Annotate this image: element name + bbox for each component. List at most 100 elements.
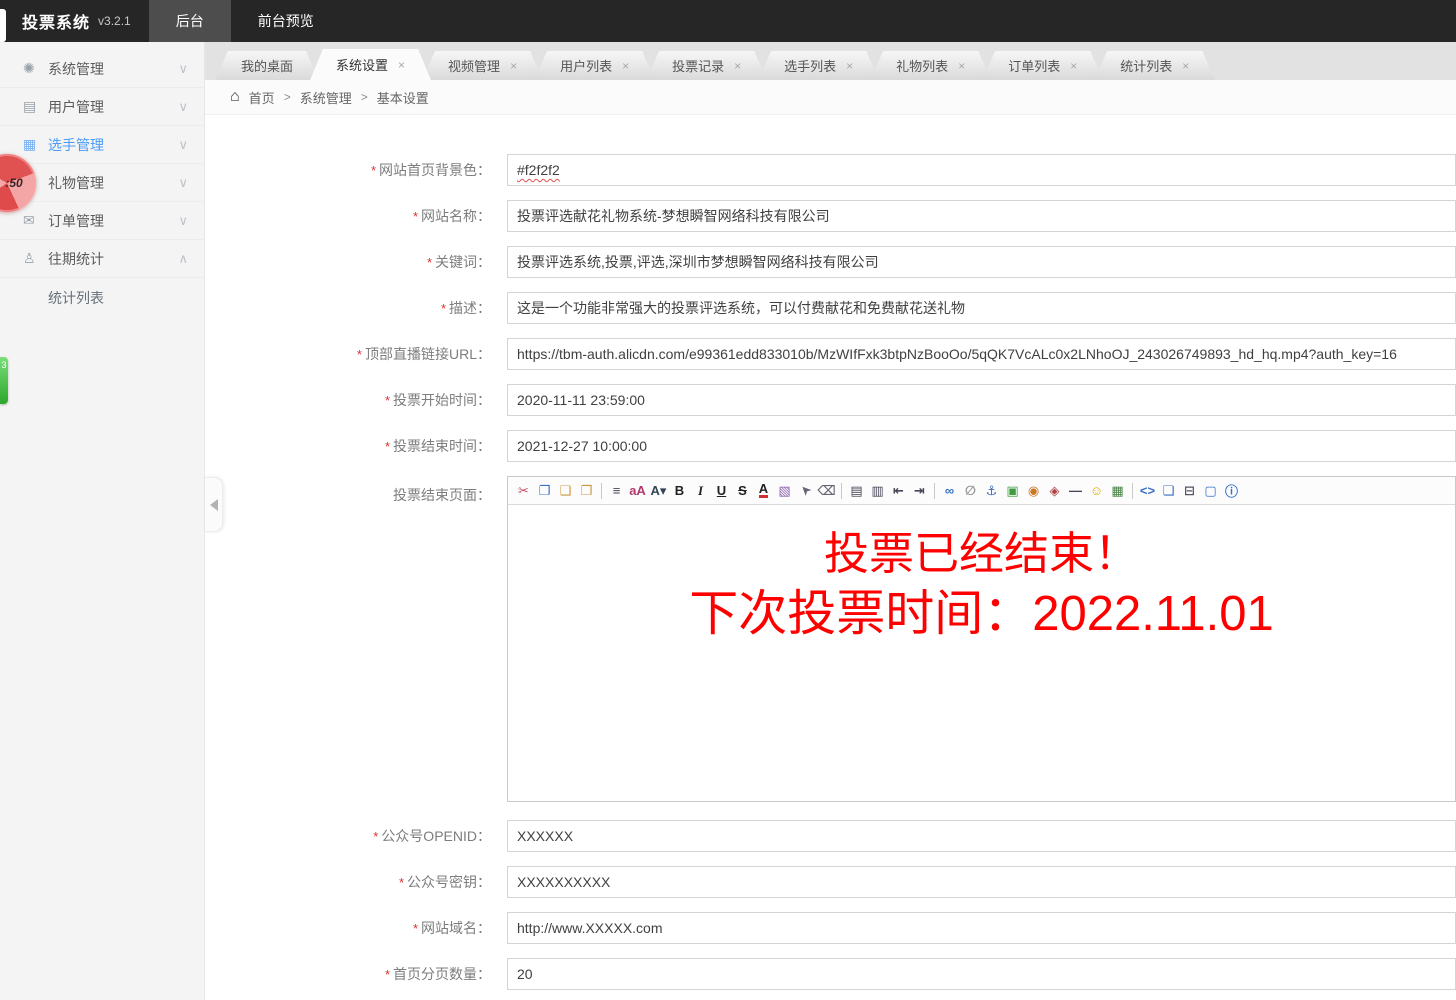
page-size-input[interactable] — [507, 958, 1456, 990]
breadcrumb-separator: > — [284, 90, 291, 104]
site-name-label: *网站名称： — [205, 206, 491, 226]
nav-backend[interactable]: 后台 — [149, 0, 231, 42]
bg-color-input[interactable]: #f2f2f2 — [507, 154, 1456, 186]
cut-icon[interactable]: ✂ — [513, 480, 534, 501]
required-asterisk: * — [427, 255, 432, 270]
domain-label-text: 网站域名： — [421, 920, 491, 936]
sidebar-item-system[interactable]: ✺系统管理∨ — [0, 50, 204, 88]
keywords-input[interactable] — [507, 246, 1456, 278]
flash-icon[interactable]: ◉ — [1023, 480, 1044, 501]
sidebar-item-players[interactable]: ▦选手管理∨ — [0, 126, 204, 164]
recorder-timer-text: :50 — [0, 176, 23, 190]
form-row-live-url: *顶部直播链接URL： — [205, 338, 1456, 370]
close-icon[interactable]: × — [734, 59, 741, 73]
indent-icon[interactable]: ⇥ — [909, 480, 930, 501]
copy-icon[interactable]: ❐ — [534, 480, 555, 501]
sidebar-item-stats[interactable]: ♙往期统计∧ — [0, 240, 204, 278]
tab-order-list[interactable]: 订单列表× — [982, 51, 1103, 80]
sidebar-item-orders[interactable]: ✉订单管理∨ — [0, 202, 204, 240]
italic-icon[interactable]: I — [690, 480, 711, 501]
list-icon[interactable]: ▥ — [867, 480, 888, 501]
vote-end-time-input[interactable] — [507, 430, 1456, 462]
sidebar-item-users-label: 用户管理 — [48, 97, 104, 117]
appsecret-label: *公众号密钥： — [205, 872, 491, 892]
hr-icon[interactable]: — — [1065, 480, 1086, 501]
tab-video-mgmt[interactable]: 视频管理× — [422, 51, 543, 80]
form-icon[interactable]: ▦ — [1107, 480, 1128, 501]
required-asterisk: * — [385, 393, 390, 408]
tab-gift-list-label: 礼物列表 — [896, 56, 948, 75]
domain-input[interactable] — [507, 912, 1456, 944]
chevron-down-icon: ∨ — [178, 137, 188, 153]
tab-stat-list[interactable]: 统计列表× — [1094, 51, 1215, 80]
paste-text-icon[interactable]: ❒ — [576, 480, 597, 501]
text-color-icon[interactable]: A — [753, 480, 774, 501]
live-url-input[interactable] — [507, 338, 1456, 370]
tab-gift-list[interactable]: 礼物列表 × — [870, 51, 991, 80]
settings-form: *网站首页背景色：#f2f2f2*网站名称：*关键词：*描述：*顶部直播链接UR… — [205, 115, 1456, 1000]
chevron-up-icon: ∧ — [178, 251, 188, 267]
tab-system-settings[interactable]: 系统设置× — [310, 49, 431, 80]
breadcrumb-item-system[interactable]: 系统管理 — [300, 88, 352, 107]
link-icon-glyph: ∞ — [945, 483, 954, 498]
close-icon[interactable]: × — [398, 58, 405, 72]
toolbar-separator — [601, 483, 602, 499]
form-row-keywords: *关键词： — [205, 246, 1456, 278]
line-height-icon[interactable]: ≡ — [606, 480, 627, 501]
close-icon[interactable]: × — [958, 59, 965, 73]
tab-user-list-label: 用户列表 — [560, 56, 612, 75]
close-icon[interactable]: × — [622, 59, 629, 73]
underline-icon[interactable]: U — [711, 480, 732, 501]
sidebar-subitem-stat-list[interactable]: 统计列表 — [0, 278, 204, 317]
breadcrumb: ⌂ 首页 > 系统管理 > 基本设置 — [205, 80, 1456, 115]
font-size-icon[interactable]: A▾ — [648, 480, 669, 501]
openid-input[interactable] — [507, 820, 1456, 852]
tab-vote-records[interactable]: 投票记录× — [646, 51, 767, 80]
emoticon-icon[interactable]: ☺ — [1086, 480, 1107, 501]
nav-frontend-preview[interactable]: 前台预览 — [231, 0, 341, 42]
sidebar-item-orders-label: 订单管理 — [48, 211, 104, 231]
text-color-icon-glyph: A — [759, 483, 768, 498]
code-icon[interactable]: <> — [1137, 480, 1158, 501]
vote-start-time-input[interactable] — [507, 384, 1456, 416]
side-float-widget[interactable]: 3 — [0, 357, 8, 404]
strikethrough-icon-glyph: S — [738, 483, 747, 498]
image-icon[interactable]: ▣ — [1002, 480, 1023, 501]
unlink-icon[interactable]: ∅ — [960, 480, 981, 501]
editor-line-2: 下次投票时间：2022.11.01 — [508, 583, 1455, 646]
outdent-icon[interactable]: ⇤ — [888, 480, 909, 501]
about-icon[interactable]: ⓘ — [1221, 480, 1242, 501]
close-icon[interactable]: × — [510, 59, 517, 73]
openid-label: *公众号OPENID： — [205, 826, 491, 846]
close-icon[interactable]: × — [1182, 59, 1189, 73]
site-name-input[interactable] — [507, 200, 1456, 232]
sidebar-item-users[interactable]: ▤用户管理∨ — [0, 88, 204, 126]
underline-icon-glyph: U — [717, 483, 726, 498]
strikethrough-icon[interactable]: S — [732, 480, 753, 501]
editor-body[interactable]: 投票已经结束！ 下次投票时间：2022.11.01 — [508, 505, 1455, 803]
fullscreen-icon[interactable]: ▢ — [1200, 480, 1221, 501]
app-version: v3.2.1 — [98, 14, 131, 28]
appsecret-input[interactable] — [507, 866, 1456, 898]
align-icon[interactable]: ▤ — [846, 480, 867, 501]
close-icon[interactable]: × — [846, 59, 853, 73]
print-icon[interactable]: ⊟ — [1179, 480, 1200, 501]
select-icon-glyph: ➤ — [796, 481, 815, 500]
preview-icon[interactable]: ❏ — [1158, 480, 1179, 501]
bold-icon[interactable]: B — [669, 480, 690, 501]
paste-icon[interactable]: ❑ — [555, 480, 576, 501]
tab-my-desktop[interactable]: 我的桌面 — [215, 51, 319, 80]
media-icon[interactable]: ◈ — [1044, 480, 1065, 501]
font-family-icon[interactable]: aA — [627, 480, 648, 501]
sidebar-collapse-handle[interactable] — [205, 477, 223, 532]
tab-player-list[interactable]: 选手列表× — [758, 51, 879, 80]
chevron-down-icon: ∨ — [178, 99, 188, 115]
breadcrumb-home[interactable]: 首页 — [249, 88, 275, 107]
italic-icon-glyph: I — [698, 483, 703, 499]
anchor-icon[interactable]: ⚓ — [981, 480, 1002, 501]
tab-user-list[interactable]: 用户列表 × — [534, 51, 655, 80]
link-icon[interactable]: ∞ — [939, 480, 960, 501]
close-icon[interactable]: × — [1070, 59, 1077, 73]
user-icon: ♙ — [23, 250, 48, 267]
description-input[interactable] — [507, 292, 1456, 324]
